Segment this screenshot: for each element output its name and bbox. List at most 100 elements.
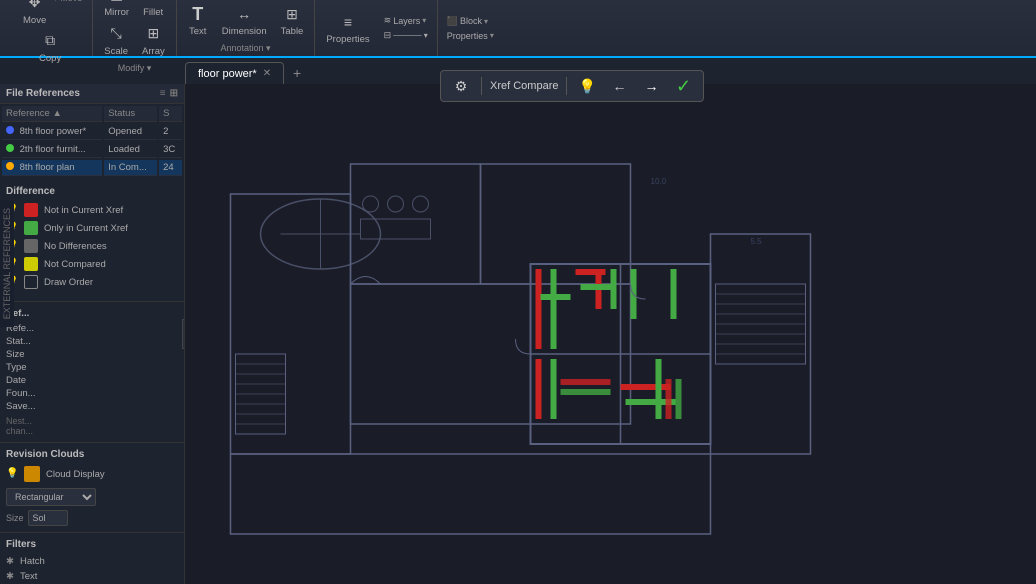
col-status: Status — [104, 106, 157, 122]
modify-section-label: Modify ▾ — [99, 61, 169, 74]
filters-title: Filters — [6, 539, 178, 550]
details-key-size: Size — [6, 349, 24, 360]
move-button[interactable]: ✥ Move — [18, 0, 51, 28]
xref-forward-button[interactable]: → — [639, 74, 663, 98]
mirror-icon: ◫ — [107, 0, 127, 5]
legend-item-gray: 💡 No Differences — [6, 239, 178, 253]
details-row-stat: Stat... — [6, 336, 178, 347]
canvas-area[interactable]: 10.0 5.5 — [185, 84, 1036, 584]
external-references-label: EXTERNAL REFERENCES — [0, 200, 14, 327]
xref-bulb-button[interactable]: 💡 — [575, 74, 599, 98]
text-button[interactable]: T Text — [183, 2, 213, 39]
toolbar-section-block: ⬛ Block ▾ Properties ▾ — [438, 0, 503, 56]
shape-dropdown-row: Rectangular Polygonal Freehand — [6, 488, 178, 506]
array-button[interactable]: ⊞ Array — [137, 22, 170, 59]
toolbar-section-modify: ◫ Mirror ⌒ Fillet ⤡ Scale ⊞ Array Modify — [93, 0, 176, 56]
cloud-color-box[interactable] — [24, 466, 40, 482]
ref-num-1: 2 — [159, 124, 182, 140]
bulb-icon: 💡 — [579, 78, 596, 95]
file-references-table: Reference ▲ Status S 8th floor power* Op… — [0, 104, 184, 178]
xref-back-button[interactable]: ← — [607, 74, 631, 98]
main-toolbar: ✥ Move ▾ Move ⧉ Copy ◫ Mirror — [0, 0, 1036, 58]
toolbar-section-insert: ≡ Properties ≋ File References Layers ▾ … — [315, 0, 437, 56]
revision-clouds-panel: Revision Clouds 💡 Cloud Display Rectangu… — [0, 443, 184, 533]
layer-select-icon: ⊟ — [384, 30, 392, 41]
filter-hatch[interactable]: ✱ Hatch — [6, 556, 178, 567]
dimension-button[interactable]: ↔ Dimension — [217, 2, 272, 39]
details-row-type: Type — [6, 362, 178, 373]
status-dot-loaded — [6, 144, 14, 152]
legend-label-yellow: Not Compared — [44, 259, 106, 270]
fillet-button[interactable]: ⌒ Fillet — [138, 0, 168, 20]
gear-icon: ⚙ — [455, 78, 468, 95]
ref-status-2: Loaded — [104, 142, 157, 158]
panel-grid-icon[interactable]: ⊞ — [170, 88, 178, 99]
table-row[interactable]: 8th floor power* Opened 2 — [2, 124, 182, 140]
shape-select[interactable]: Rectangular Polygonal Freehand — [6, 488, 96, 506]
scale-icon: ⤡ — [106, 24, 126, 44]
copy-icon: ⧉ — [40, 31, 60, 51]
move-icon: ✥ — [25, 0, 45, 13]
size-label: Size — [6, 513, 24, 523]
details-nest: Nest... — [6, 416, 178, 426]
legend-item-red: 💡 Not in Current Xref — [6, 203, 178, 217]
text-icon: T — [188, 4, 208, 24]
legend-color-red — [24, 203, 38, 217]
panel-collapse-handle[interactable]: ‹ — [182, 319, 185, 349]
ref-num-3: 24 — [159, 160, 182, 176]
block-icon: ⬛ — [447, 16, 458, 27]
bulb-icon-cloud: 💡 — [6, 468, 18, 480]
details-row-date: Date — [6, 375, 178, 386]
panel-list-icon[interactable]: ≡ — [160, 88, 166, 99]
new-tab-button[interactable]: + — [286, 62, 308, 84]
mirror-button[interactable]: ◫ Mirror — [99, 0, 134, 20]
revision-title: Revision Clouds — [6, 449, 178, 460]
fillet-icon: ⌒ — [143, 0, 163, 5]
table-button[interactable]: ⊞ Table — [276, 2, 309, 39]
block-button[interactable]: ⬛ Block ▾ — [444, 15, 497, 28]
forward-icon: → — [644, 78, 658, 94]
difference-title: Difference — [6, 186, 178, 197]
move-copy-group: ✥ Move ▾ Move ⧉ Copy — [14, 0, 86, 66]
copy-button[interactable]: ⧉ Copy — [34, 29, 66, 66]
xref-title: Xref Compare — [490, 80, 558, 92]
filter-text[interactable]: ✱ Text — [6, 571, 178, 582]
toolbar-section-annotation: T Text ↔ Dimension ⊞ Table Annotation ▾ — [177, 0, 316, 56]
layers-dropdown[interactable]: ⊟ ───── ▾ — [381, 29, 431, 42]
size-input[interactable] — [28, 510, 68, 526]
table-row[interactable]: 8th floor plan In Com... 24 — [2, 160, 182, 176]
layers-button[interactable]: ≋ File References Layers ▾ — [381, 14, 431, 27]
panel-header-icons: ≡ ⊞ — [160, 88, 178, 99]
xref-gear-button[interactable]: ⚙ — [449, 74, 473, 98]
table-icon: ⊞ — [282, 4, 302, 24]
table-row[interactable]: 2th floor furnit... Loaded 3C — [2, 142, 182, 158]
ref-name-1: 8th floor power* — [20, 126, 87, 137]
properties-right-button[interactable]: Properties ▾ — [444, 30, 497, 42]
copy-label: Copy — [39, 53, 61, 64]
file-references-header: File References ≡ ⊞ — [0, 84, 184, 104]
details-key-date: Date — [6, 375, 26, 386]
dimension-icon: ↔ — [234, 4, 254, 24]
difference-legend: Difference 💡 Not in Current Xref 💡 Only … — [0, 178, 184, 302]
xref-accept-button[interactable]: ✓ — [671, 74, 695, 98]
details-row-size: Size — [6, 349, 178, 360]
ref-status-1: Opened — [104, 124, 157, 140]
details-chan: chan... — [6, 426, 178, 436]
details-key-type: Type — [6, 362, 27, 373]
legend-color-draw — [24, 275, 38, 289]
legend-item-green: 💡 Only in Current Xref — [6, 221, 178, 235]
xref-compare-toolbar: ⚙ Xref Compare 💡 ← → ✓ — [440, 70, 704, 102]
check-icon: ✓ — [676, 76, 691, 97]
toolbar-section-move: ✥ Move ▾ Move ⧉ Copy — [8, 0, 93, 56]
scale-button[interactable]: ⤡ Scale — [99, 22, 133, 59]
text-filter-label: Text — [20, 571, 37, 582]
details-row-found: Foun... — [6, 388, 178, 399]
properties-button[interactable]: ≡ Properties — [321, 10, 374, 47]
svg-text:10.0: 10.0 — [651, 177, 667, 186]
tab-floor-power[interactable]: floor power* ✕ — [185, 62, 284, 84]
legend-label-red: Not in Current Xref — [44, 205, 123, 216]
layers-icon: ≋ — [384, 15, 392, 26]
col-reference: Reference ▲ — [2, 106, 102, 122]
file-references-title: File References — [6, 88, 80, 99]
tab-close-button[interactable]: ✕ — [263, 68, 271, 79]
